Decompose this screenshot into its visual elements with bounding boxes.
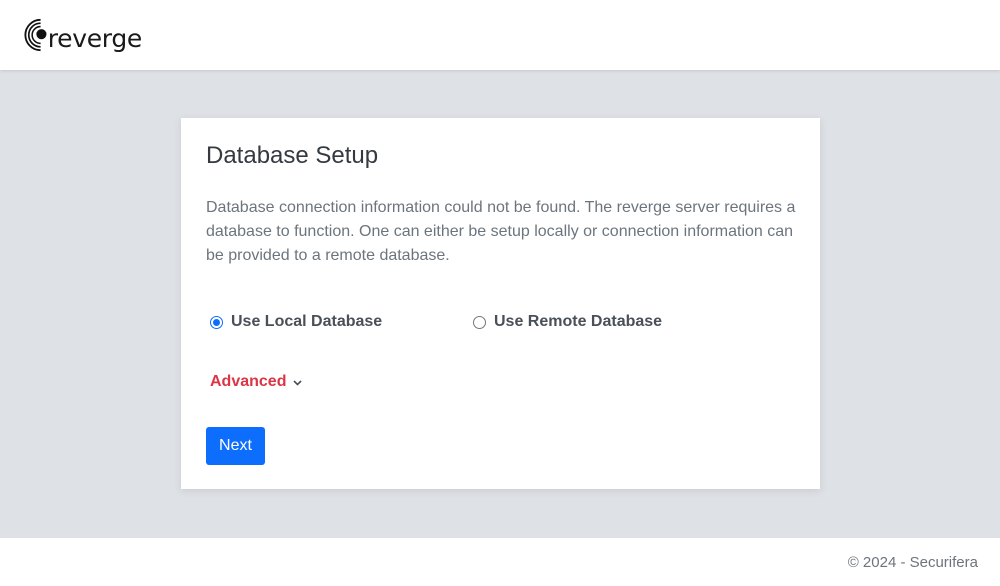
logo-text: reverge [47, 23, 143, 53]
setup-description: Database connection information could no… [206, 199, 796, 264]
advanced-label: Advanced [210, 373, 287, 390]
chevron-down-icon [293, 380, 303, 386]
copyright-text: © 2024 - Securifera [847, 554, 978, 571]
reverge-logo[interactable]: reverge [22, 12, 142, 58]
top-navbar: reverge [0, 0, 1000, 70]
page-title: Database Setup [206, 142, 379, 169]
remote-database-option[interactable]: Use Remote Database [473, 311, 662, 333]
database-setup-card: Database Setup Database connection infor… [181, 118, 820, 489]
remote-database-label: Use Remote Database [494, 313, 663, 330]
remote-database-radio[interactable] [473, 315, 486, 329]
advanced-toggle[interactable]: Advanced [210, 373, 303, 391]
local-database-radio[interactable] [210, 315, 223, 329]
reverge-logo-icon [24, 18, 47, 52]
next-button[interactable]: Next [206, 427, 265, 465]
footer: © 2024 - Securifera [0, 538, 1000, 586]
local-database-label: Use Local Database [231, 313, 383, 330]
local-database-option[interactable]: Use Local Database [210, 311, 382, 333]
